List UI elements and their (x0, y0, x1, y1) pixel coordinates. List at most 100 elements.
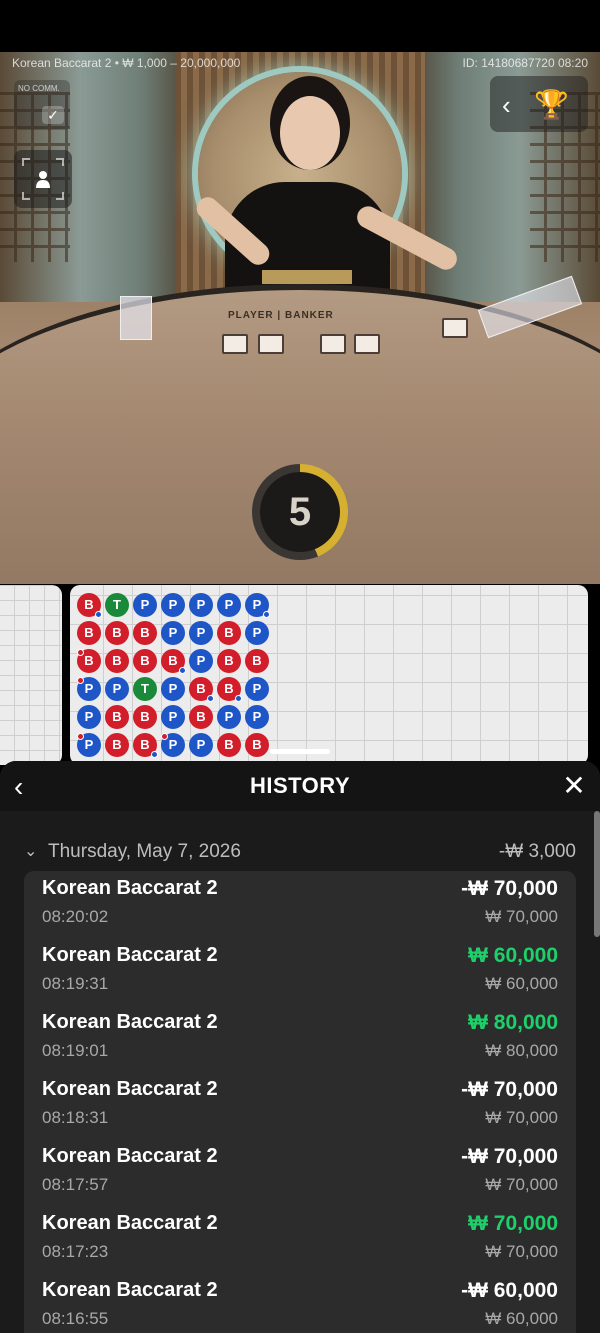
camera-view-button[interactable] (14, 150, 72, 208)
countdown-timer: 5 (252, 464, 348, 560)
status-bar (0, 0, 600, 52)
bead-t: T (105, 593, 129, 617)
corner-icon (56, 158, 64, 166)
bead-b: B (245, 733, 269, 757)
pair-dot (263, 611, 270, 618)
pair-dot (77, 733, 84, 740)
card-on-table (442, 318, 468, 338)
bead-p: P (161, 593, 185, 617)
dealer-head (280, 96, 340, 170)
person-icon (36, 171, 50, 188)
stake-amount: ₩ 60,000 (485, 1309, 558, 1328)
history-row[interactable]: Korean Baccarat 2 08:20:02 -₩ 70,000 ₩ 7… (24, 871, 576, 938)
no-commission-toggle[interactable]: NO COMM. ✓ (14, 80, 70, 130)
banker-card (320, 334, 346, 354)
game-name: Korean Baccarat 2 (42, 944, 218, 966)
bead-p: P (189, 621, 213, 645)
panel-title: HISTORY (249, 773, 351, 798)
bead-b: B (217, 733, 241, 757)
player-card (222, 334, 248, 354)
pair-dot (179, 667, 186, 674)
stake-amount: ₩ 70,000 (485, 1108, 558, 1127)
pair-dot (151, 751, 158, 758)
leaderboard-button[interactable]: ‹ 🏆 (490, 76, 588, 132)
stake-amount: ₩ 80,000 (485, 1041, 558, 1060)
history-row[interactable]: Korean Baccarat 2 08:19:01 ₩ 80,000 ₩ 80… (24, 1005, 576, 1072)
bead-b: B (77, 621, 101, 645)
bead-p: P (245, 705, 269, 729)
bead-b: B (105, 733, 129, 757)
bead-b: B (189, 705, 213, 729)
date-group-header[interactable]: ⌄ Thursday, May 7, 2026 -₩ 3,000 (24, 841, 576, 865)
roadmap-secondary[interactable] (0, 585, 62, 765)
bead-p: P (245, 677, 269, 701)
result-amount: -₩ 70,000 (461, 877, 558, 900)
bead-p: P (245, 621, 269, 645)
table-limits: Korean Baccarat 2 • ₩ 1,000 – 20,000,000 (12, 56, 241, 70)
history-row[interactable]: Korean Baccarat 2 08:16:55 -₩ 60,000 ₩ 6… (24, 1273, 576, 1333)
pair-dot (235, 695, 242, 702)
drag-handle[interactable] (270, 749, 330, 754)
checkmark-icon: ✓ (42, 106, 64, 124)
result-amount: -₩ 70,000 (461, 1145, 558, 1168)
round-id: ID: 14180687720 08:20 (462, 56, 588, 70)
bead-p: P (161, 705, 185, 729)
game-name: Korean Baccarat 2 (42, 877, 218, 899)
bead-p: P (105, 677, 129, 701)
corner-icon (56, 192, 64, 200)
dealer-belt (262, 270, 352, 284)
bead-p: P (217, 705, 241, 729)
result-amount: ₩ 60,000 (468, 944, 558, 967)
history-list: Korean Baccarat 2 08:20:02 -₩ 70,000 ₩ 7… (24, 871, 576, 1333)
pair-dot (161, 733, 168, 740)
bead-b: B (105, 621, 129, 645)
game-name: Korean Baccarat 2 (42, 1078, 218, 1100)
card-shoe-left (120, 296, 152, 340)
stake-amount: ₩ 60,000 (485, 974, 558, 993)
history-row[interactable]: Korean Baccarat 2 08:19:31 ₩ 60,000 ₩ 60… (24, 938, 576, 1005)
bead-b: B (133, 705, 157, 729)
bead-road[interactable]: BBBPPPTBBPBBPBBTBBPPBPPPPPPBBPPBBBPBPPBP… (70, 585, 588, 765)
date-total: -₩ 3,000 (498, 841, 576, 862)
corner-icon (22, 158, 30, 166)
countdown-value: 5 (260, 472, 340, 552)
bead-b: B (133, 649, 157, 673)
game-name: Korean Baccarat 2 (42, 1011, 218, 1033)
stake-amount: ₩ 70,000 (485, 1175, 558, 1194)
stake-amount: ₩ 70,000 (485, 907, 558, 926)
round-time: 08:19:01 (42, 1041, 109, 1060)
bead-p: P (189, 593, 213, 617)
bead-b: B (133, 621, 157, 645)
bead-t: T (133, 677, 157, 701)
result-amount: -₩ 60,000 (461, 1279, 558, 1302)
bead-b: B (245, 649, 269, 673)
close-icon[interactable]: ✕ (560, 769, 588, 802)
game-name: Korean Baccarat 2 (42, 1212, 218, 1234)
date-label: Thursday, May 7, 2026 (48, 841, 241, 862)
bead-p: P (189, 733, 213, 757)
pair-dot (77, 677, 84, 684)
pair-dot (207, 695, 214, 702)
bead-p: P (77, 705, 101, 729)
result-amount: ₩ 80,000 (468, 1011, 558, 1034)
history-panel: ‹ HISTORY ✕ ⌄ Thursday, May 7, 2026 -₩ 3… (0, 761, 600, 1333)
stake-amount: ₩ 70,000 (485, 1242, 558, 1261)
player-card (258, 334, 284, 354)
history-row[interactable]: Korean Baccarat 2 08:17:23 ₩ 70,000 ₩ 70… (24, 1206, 576, 1273)
bead-p: P (161, 621, 185, 645)
round-time: 08:16:55 (42, 1309, 109, 1328)
history-row[interactable]: Korean Baccarat 2 08:18:31 -₩ 70,000 ₩ 7… (24, 1072, 576, 1139)
bead-p: P (161, 677, 185, 701)
round-time: 08:18:31 (42, 1108, 109, 1127)
table-label: PLAYER | BANKER (228, 310, 334, 321)
no-commission-label: NO COMM. (18, 84, 60, 93)
corner-icon (22, 192, 30, 200)
bead-b: B (217, 649, 241, 673)
history-row[interactable]: Korean Baccarat 2 08:17:57 -₩ 70,000 ₩ 7… (24, 1139, 576, 1206)
pair-dot (95, 611, 102, 618)
scrollbar[interactable] (594, 811, 600, 937)
round-time: 08:20:02 (42, 907, 109, 926)
bead-p: P (133, 593, 157, 617)
bead-b: B (105, 705, 129, 729)
live-video-stream: PLAYER | BANKER Korean Baccarat 2 • ₩ 1,… (0, 52, 600, 584)
